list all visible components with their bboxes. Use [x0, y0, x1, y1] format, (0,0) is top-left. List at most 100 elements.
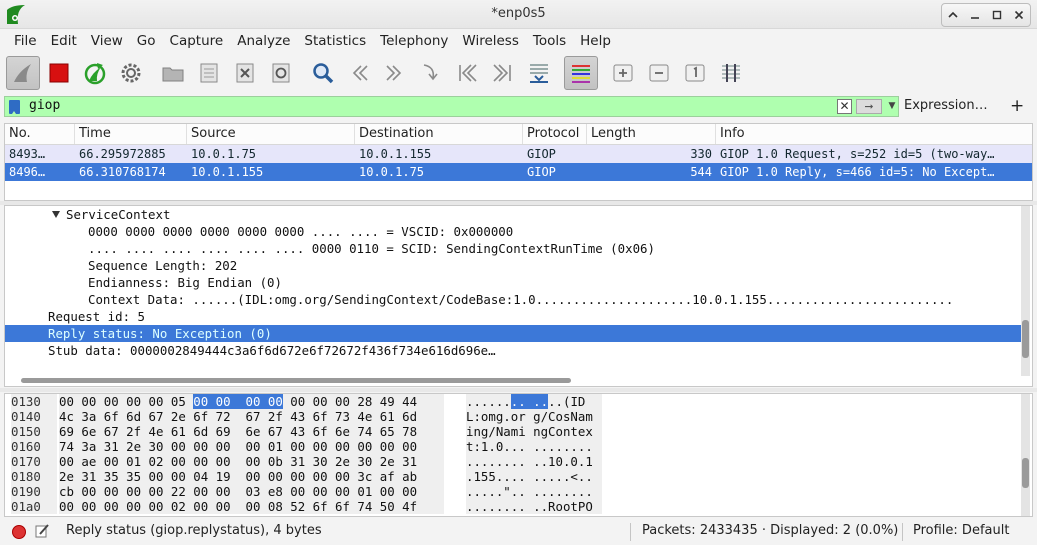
- tree-item[interactable]: Sequence Length: 202: [5, 257, 1021, 274]
- stop-capture-button[interactable]: [42, 56, 76, 90]
- save-file-button[interactable]: [192, 56, 226, 90]
- colorize-icon: [572, 65, 590, 83]
- zoom-out-button[interactable]: [642, 56, 676, 90]
- tree-item[interactable]: Context Data: ......(IDL:omg.org/Sending…: [5, 291, 1021, 308]
- packet-row-selected[interactable]: 8496… 66.310768174 10.0.1.155 10.0.1.75 …: [5, 163, 1032, 181]
- maximize-icon[interactable]: [988, 6, 1006, 24]
- capture-options-button[interactable]: [114, 56, 148, 90]
- cell-info: GIOP 1.0 Reply, s=466 id=5: No Except…: [720, 165, 995, 179]
- expert-info-icon[interactable]: [12, 525, 26, 539]
- ascii-highlight: .. ..: [510, 394, 549, 409]
- resize-columns-icon: [722, 64, 740, 82]
- column-header-info[interactable]: Info: [716, 124, 1032, 144]
- hex-bytes[interactable]: 2e 31 35 35 00 00 04 19 00 00 00 00 00 3…: [59, 469, 444, 484]
- go-back-button[interactable]: [342, 56, 376, 90]
- hex-bytes[interactable]: 00 00 00 00 00 05 00 00 00 00 00 00 00 2…: [59, 394, 444, 409]
- tree-item[interactable]: 0000 0000 0000 0000 0000 0000 .... .... …: [5, 223, 1021, 240]
- scrollbar-thumb[interactable]: [1022, 320, 1029, 358]
- minimize-icon[interactable]: [966, 6, 984, 24]
- display-filter-bar: giop ✕ ➞ ▼ Expression… +: [4, 96, 1033, 117]
- menu-analyze[interactable]: Analyze: [230, 33, 297, 49]
- tree-item[interactable]: Endianness: Big Endian (0): [5, 274, 1021, 291]
- go-forward-button[interactable]: [378, 56, 412, 90]
- column-header-time[interactable]: Time: [75, 124, 187, 144]
- hex-bytes[interactable]: 00 ae 00 01 02 00 00 00 00 0b 31 30 2e 3…: [59, 454, 444, 469]
- byte-offset: 0150: [11, 424, 57, 439]
- profile-status[interactable]: Profile: Default: [913, 523, 1009, 538]
- scrollbar-thumb[interactable]: [1022, 458, 1029, 488]
- go-to-packet-button[interactable]: [414, 56, 448, 90]
- menu-view[interactable]: View: [84, 33, 130, 49]
- cell-protocol: GIOP: [527, 165, 556, 179]
- chevron-down-icon[interactable]: ▼: [886, 99, 898, 114]
- cell-info: GIOP 1.0 Request, s=252 id=5 (two-way…: [720, 147, 995, 161]
- ascii-bytes[interactable]: ing/Nami ngContex: [466, 424, 602, 439]
- display-filter-input[interactable]: giop ✕ ➞ ▼: [4, 96, 899, 117]
- tree-item[interactable]: Request id: 5: [5, 308, 1021, 325]
- pane-splitter[interactable]: [0, 388, 1037, 392]
- go-first-button[interactable]: [450, 56, 484, 90]
- ascii-bytes[interactable]: L:omg.or g/CosNam: [466, 409, 602, 424]
- auto-scroll-button[interactable]: [522, 56, 556, 90]
- expand-triangle-icon[interactable]: [52, 211, 60, 218]
- column-header-no[interactable]: No.: [5, 124, 75, 144]
- column-header-protocol[interactable]: Protocol: [523, 124, 587, 144]
- reload-file-button[interactable]: [264, 56, 298, 90]
- close-file-button[interactable]: [228, 56, 262, 90]
- hex-bytes[interactable]: cb 00 00 00 00 22 00 00 03 e8 00 00 00 0…: [59, 484, 444, 499]
- tree-item[interactable]: Stub data: 0000002849444c3a6f6d672e6f726…: [5, 342, 1021, 359]
- cell-time: 66.295972885: [79, 147, 166, 161]
- open-file-button[interactable]: [156, 56, 190, 90]
- ascii-bytes[interactable]: t:1.0... ........: [466, 439, 602, 454]
- tree-item-selected[interactable]: Reply status: No Exception (0): [5, 325, 1021, 342]
- find-packet-button[interactable]: [306, 56, 340, 90]
- up-icon[interactable]: [944, 6, 962, 24]
- ascii-bytes[interactable]: ........ ....(ID: [466, 394, 602, 409]
- column-header-length[interactable]: Length: [587, 124, 716, 144]
- main-toolbar: [0, 53, 1037, 93]
- menu-capture[interactable]: Capture: [163, 33, 231, 49]
- apply-filter-arrow-icon[interactable]: ➞: [856, 99, 882, 114]
- bytes-vertical-scrollbar[interactable]: [1021, 394, 1030, 516]
- filter-text: giop: [29, 98, 61, 113]
- resize-columns-button[interactable]: [714, 56, 748, 90]
- bookmark-icon[interactable]: [9, 100, 20, 114]
- expression-button[interactable]: Expression…: [904, 98, 988, 113]
- ascii-bytes[interactable]: ........ ..10.0.1: [466, 454, 602, 469]
- column-header-destination[interactable]: Destination: [355, 124, 523, 144]
- column-header-source[interactable]: Source: [187, 124, 355, 144]
- menu-tools[interactable]: Tools: [526, 33, 573, 49]
- clear-filter-icon[interactable]: ✕: [837, 99, 852, 114]
- close-icon[interactable]: [1010, 6, 1028, 24]
- ascii-bytes[interactable]: .....".. ........: [466, 484, 602, 499]
- restart-capture-button[interactable]: [78, 56, 112, 90]
- zoom-in-button[interactable]: [606, 56, 640, 90]
- menu-wireless[interactable]: Wireless: [455, 33, 526, 49]
- hex-bytes[interactable]: 74 3a 31 2e 30 00 00 00 00 01 00 00 00 0…: [59, 439, 444, 454]
- menu-telephony[interactable]: Telephony: [373, 33, 455, 49]
- selected-field-status: Reply status (giop.replystatus), 4 bytes: [66, 523, 322, 538]
- ascii-bytes[interactable]: ........ ..RootPO: [466, 499, 602, 514]
- ascii-bytes[interactable]: .155.... .....<..: [466, 469, 602, 484]
- tree-item[interactable]: .... .... .... .... .... .... 0000 0110 …: [5, 240, 1021, 257]
- hex-text: 00 00 00 00 00 05: [59, 394, 194, 409]
- add-filter-button[interactable]: +: [1010, 96, 1024, 116]
- normal-size-button[interactable]: [678, 56, 712, 90]
- colorize-button[interactable]: [564, 56, 598, 90]
- details-vertical-scrollbar[interactable]: [1021, 206, 1030, 376]
- menu-edit[interactable]: Edit: [44, 33, 84, 49]
- packet-row[interactable]: 8493… 66.295972885 10.0.1.75 10.0.1.155 …: [5, 145, 1032, 163]
- start-capture-button[interactable]: [6, 56, 40, 90]
- hex-bytes[interactable]: 4c 3a 6f 6d 67 2e 6f 72 67 2f 43 6f 73 4…: [59, 409, 444, 424]
- go-last-button[interactable]: [486, 56, 520, 90]
- packet-bytes: 0130 00 00 00 00 00 05 00 00 00 00 00 00…: [4, 393, 1033, 517]
- edit-comment-icon[interactable]: [34, 523, 50, 539]
- hex-bytes[interactable]: 69 6e 67 2f 4e 61 6d 69 6e 67 43 6f 6e 7…: [59, 424, 444, 439]
- details-horizontal-scrollbar[interactable]: [21, 378, 571, 383]
- tree-item-service-context[interactable]: ServiceContext: [5, 206, 1021, 223]
- menu-file[interactable]: File: [7, 33, 44, 49]
- hex-bytes[interactable]: 00 00 00 00 00 02 00 00 00 08 52 6f 6f 7…: [59, 499, 444, 514]
- menu-go[interactable]: Go: [130, 33, 163, 49]
- menu-statistics[interactable]: Statistics: [297, 33, 373, 49]
- menu-help[interactable]: Help: [573, 33, 618, 49]
